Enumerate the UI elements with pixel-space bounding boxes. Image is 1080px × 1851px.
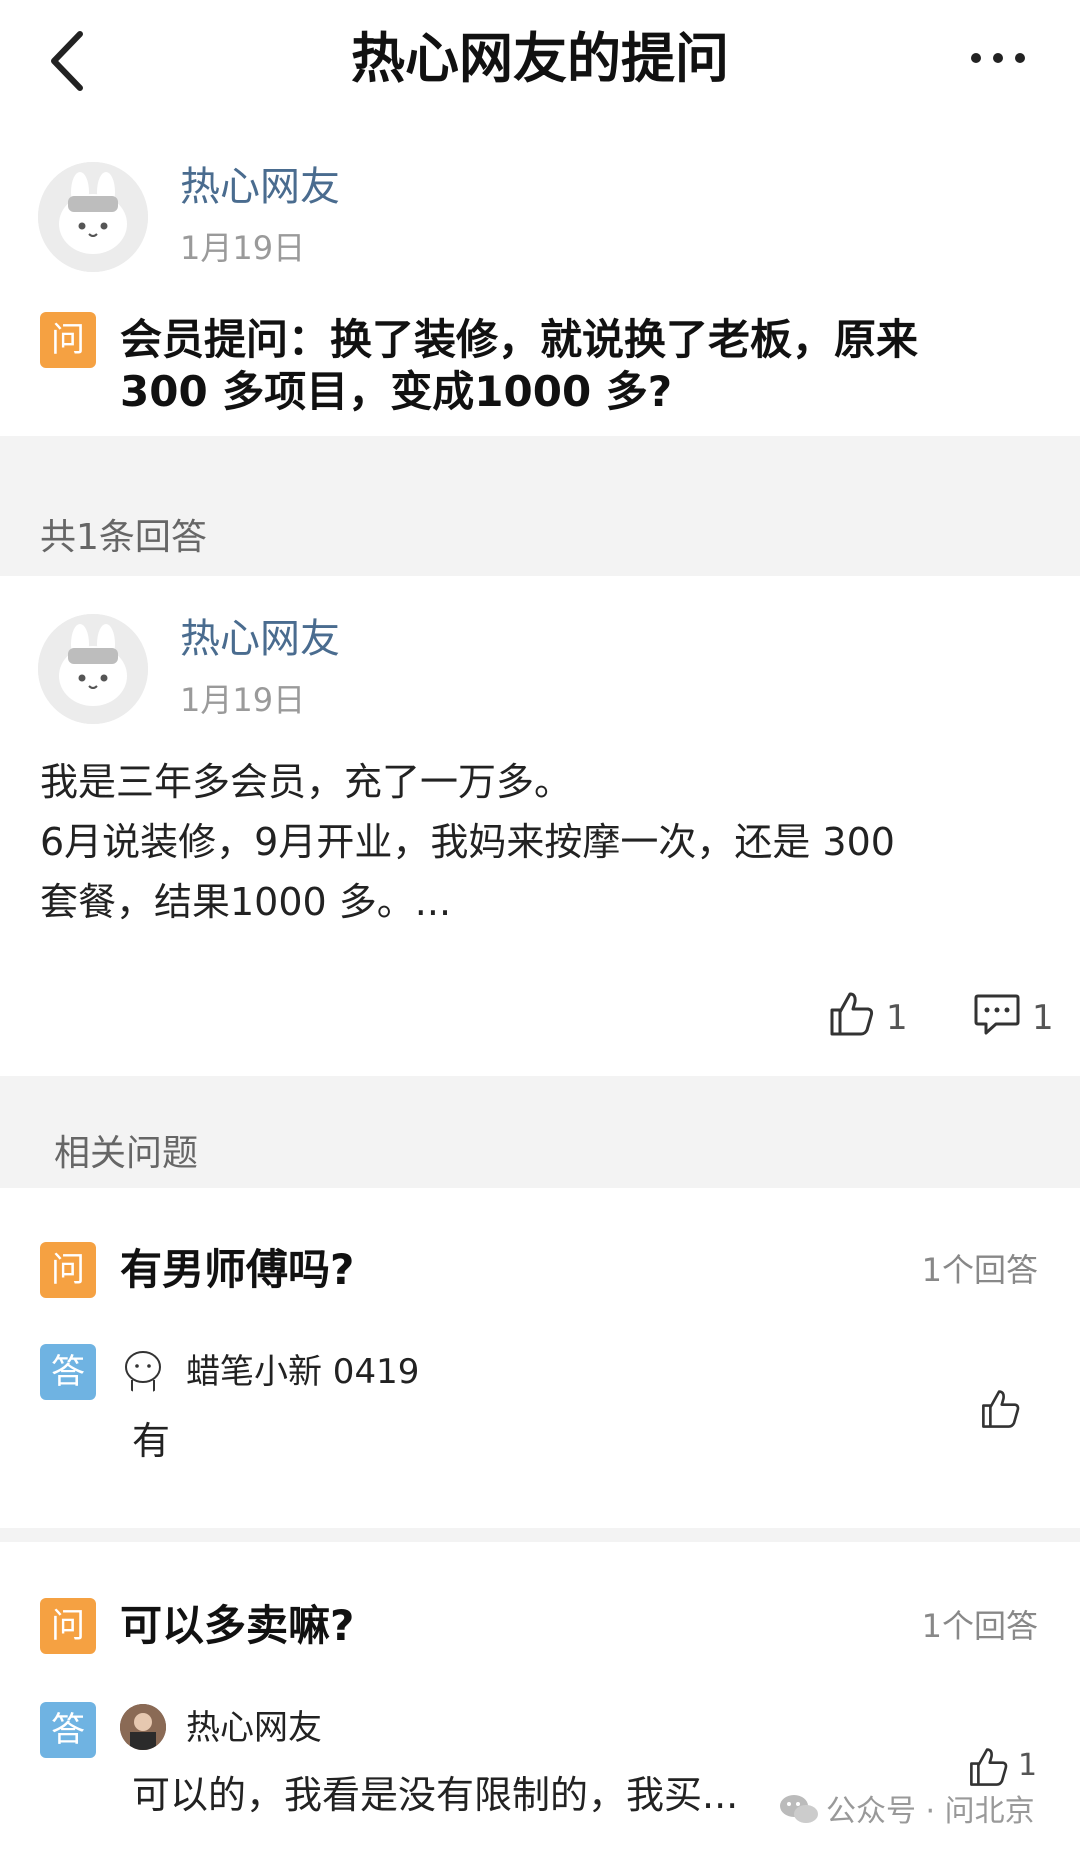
answer-line-2: 6月说装修，9月开业，我妈来按摩一次，还是 300 <box>40 820 895 864</box>
answer-badge: 答 <box>40 1702 96 1758</box>
user-avatar <box>120 1348 166 1394</box>
related-answers-count: 1个回答 <box>921 1607 1038 1645</box>
asker-avatar[interactable] <box>38 162 148 272</box>
answer-user-name: 蜡笔小新 0419 <box>186 1352 420 1392</box>
comment-count: 1 <box>1032 998 1054 1038</box>
user-avatar <box>120 1704 166 1750</box>
thumbs-up-icon[interactable] <box>966 1746 1010 1788</box>
wechat-icon <box>780 1795 818 1823</box>
answer-date: 1月19日 <box>180 681 306 719</box>
related-question-badge: 问 <box>40 1242 96 1298</box>
thumbs-up-icon[interactable] <box>826 990 876 1038</box>
page-title: 热心网友的提问 <box>351 27 729 90</box>
related-question-title[interactable]: 可以多卖嘛? <box>120 1600 354 1652</box>
related-label: 相关问题 <box>54 1133 199 1174</box>
question-title-line2: 300 多项目，变成1000 多? <box>120 367 673 416</box>
related-answers-count: 1个回答 <box>921 1251 1038 1289</box>
doodle-face-icon <box>125 1351 161 1392</box>
answer-text: 有 <box>132 1419 171 1463</box>
item-divider <box>0 1528 1080 1542</box>
comment-icon[interactable] <box>972 990 1022 1038</box>
answer-badge: 答 <box>40 1344 96 1400</box>
question-date: 1月19日 <box>180 229 306 267</box>
answer-line-3[interactable]: 套餐，结果1000 多。... <box>40 872 451 932</box>
photo-avatar-icon <box>120 1704 166 1750</box>
asker-name[interactable]: 热心网友 <box>180 162 340 212</box>
thumbs-up-icon[interactable] <box>978 1388 1022 1430</box>
more-options-icon[interactable] <box>968 48 1028 68</box>
answer-text[interactable]: 可以的，我看是没有限制的，我买... <box>132 1770 738 1820</box>
answers-count-label: 共1条回答 <box>40 517 207 558</box>
answerer-name[interactable]: 热心网友 <box>180 614 340 664</box>
question-badge: 问 <box>40 312 96 368</box>
answer-user-name: 热心网友 <box>186 1708 322 1748</box>
watermark-text: 公众号 · 问北京 <box>826 1794 1035 1829</box>
answerer-avatar[interactable] <box>38 614 148 724</box>
like-count: 1 <box>1018 1748 1038 1783</box>
answer-line-1: 我是三年多会员，充了一万多。 <box>40 760 573 804</box>
like-count: 1 <box>886 998 908 1038</box>
question-title-line1: 会员提问：换了装修，就说换了老板，原来 <box>120 315 919 364</box>
related-question-title[interactable]: 有男师傅吗? <box>120 1244 354 1296</box>
related-question-badge: 问 <box>40 1598 96 1654</box>
bunny-avatar-icon <box>38 162 148 272</box>
bunny-avatar-icon <box>38 614 148 724</box>
